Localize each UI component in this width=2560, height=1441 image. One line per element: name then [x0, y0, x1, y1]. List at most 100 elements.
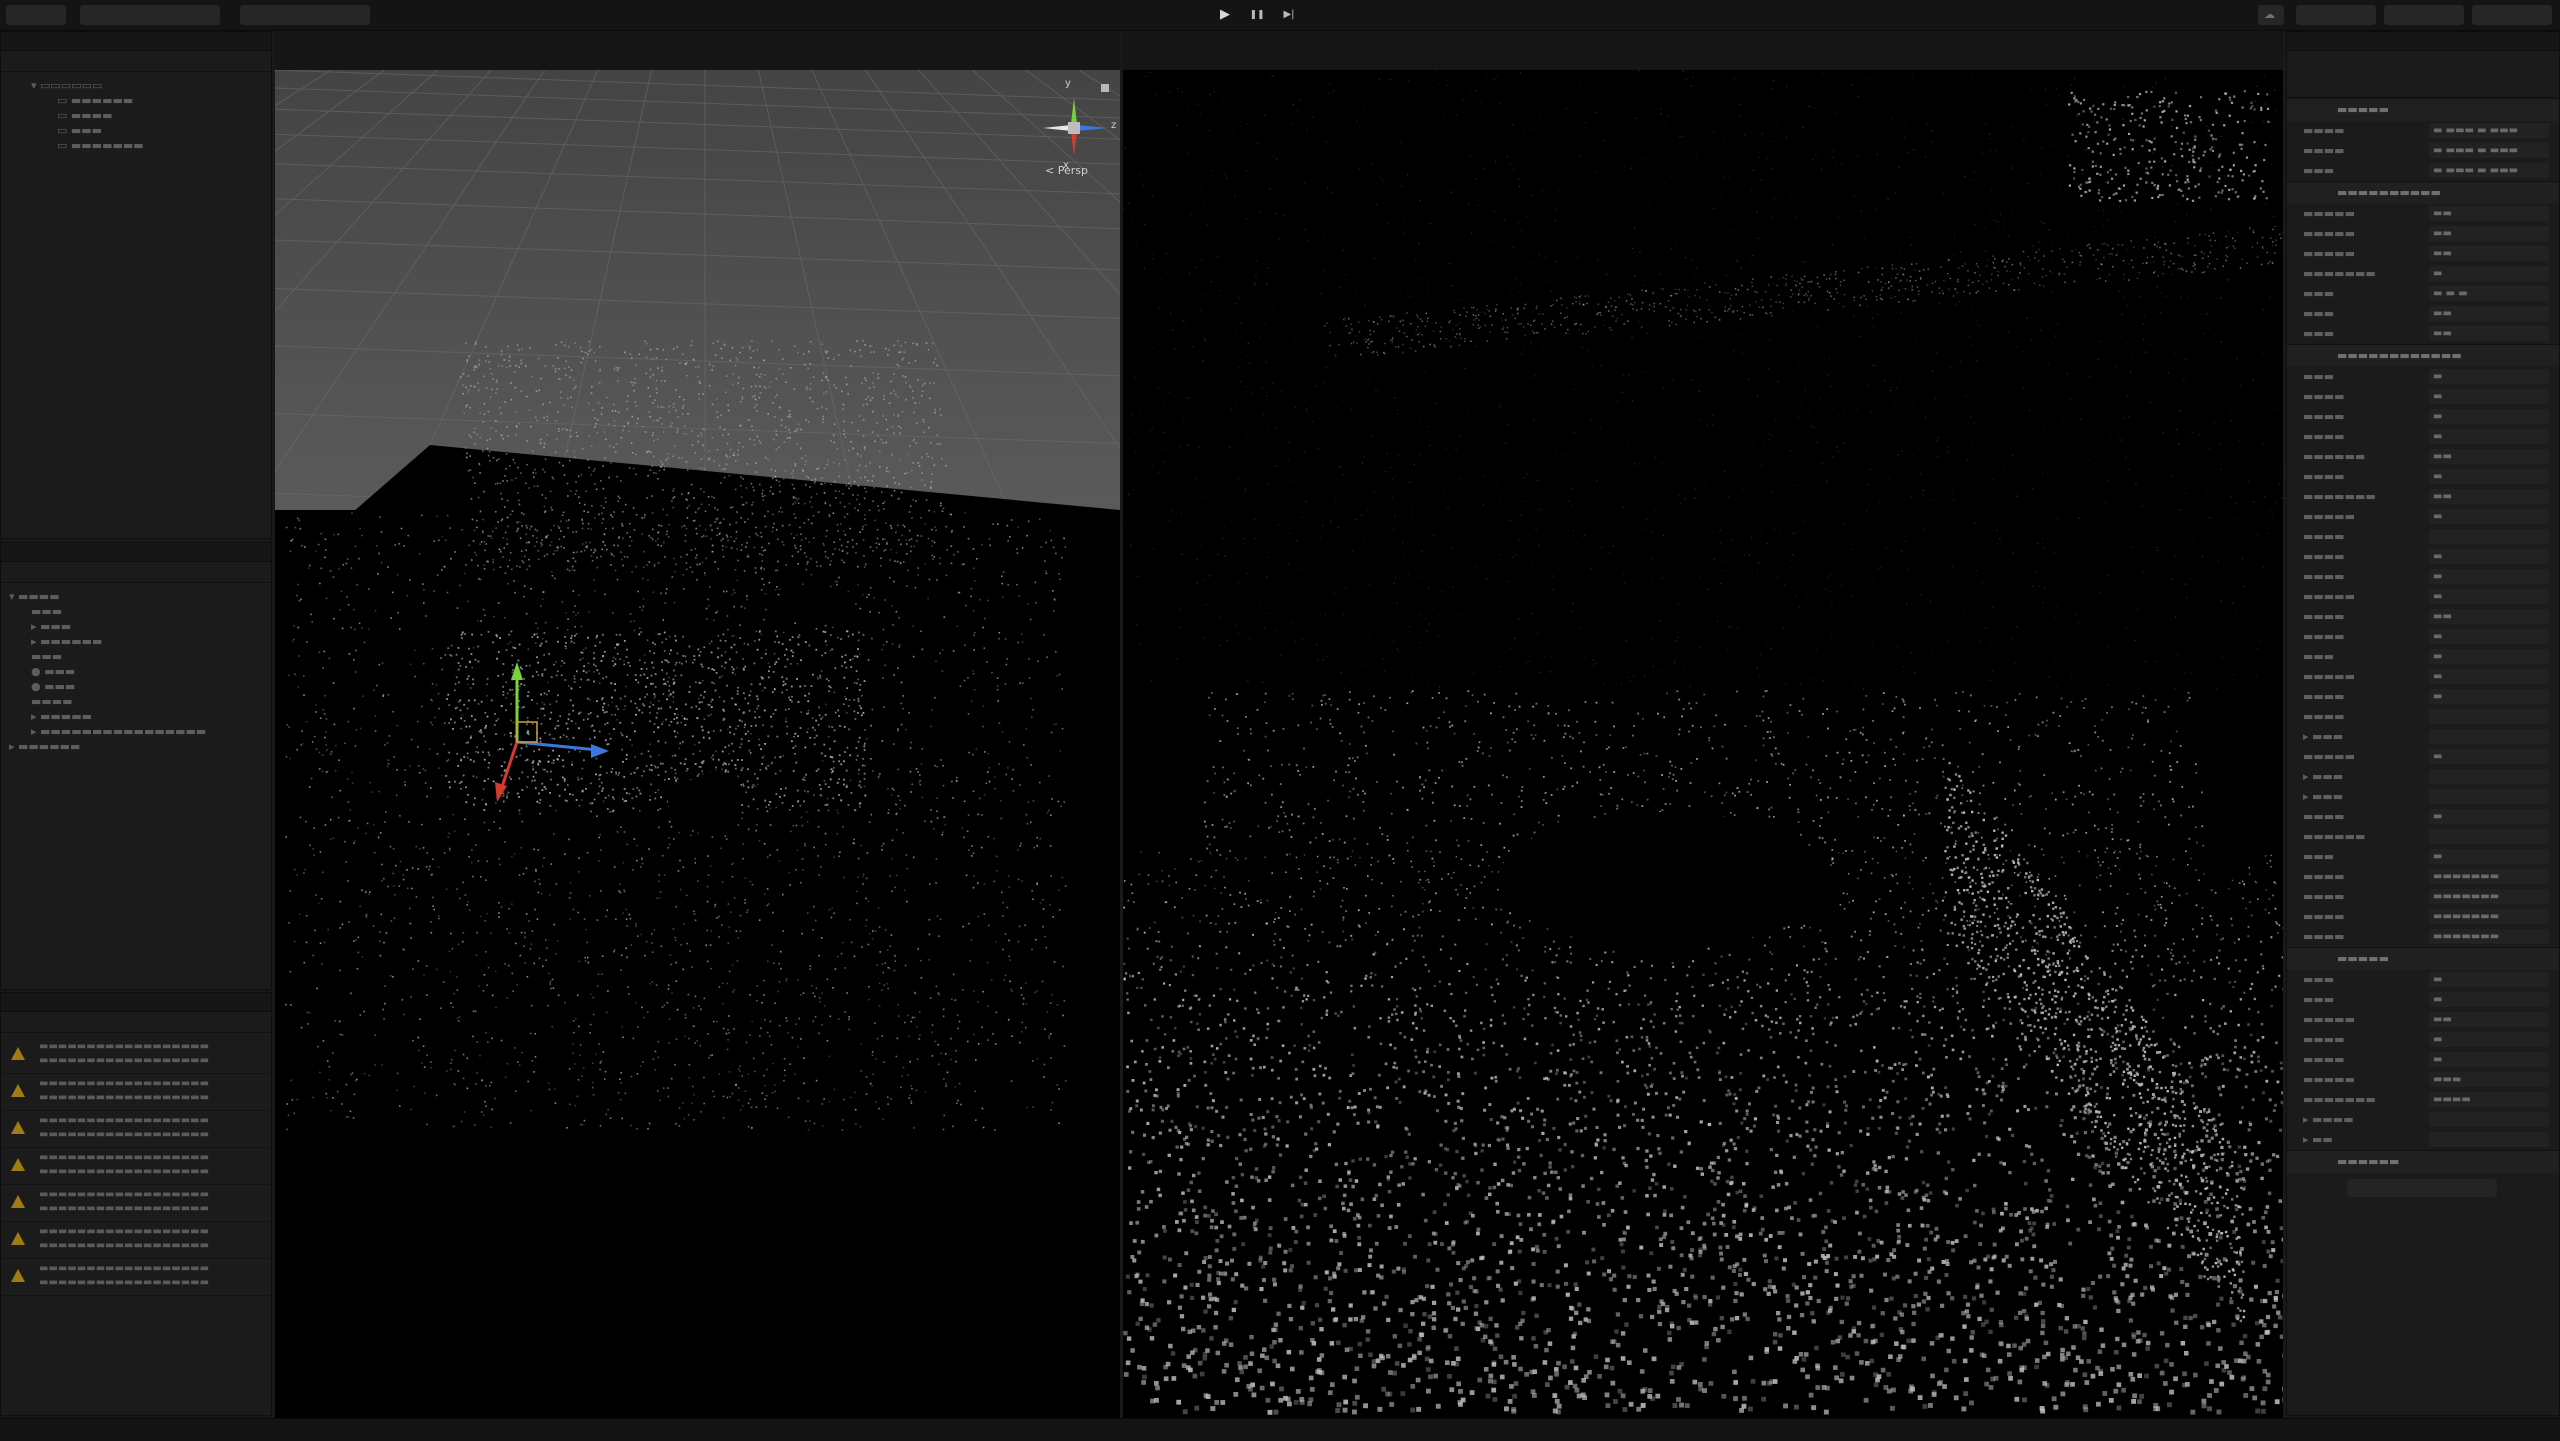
cloud-point	[775, 709, 777, 711]
cloud-point	[835, 387, 837, 389]
console-warning-row[interactable]: ▬▬▬▬▬▬▬▬▬▬▬▬▬▬▬▬▬▬▬▬▬▬▬▬▬▬▬▬▬▬▬▬▬▬▬▬	[1, 1185, 271, 1222]
cloud-point	[868, 986, 870, 988]
cloud-point	[834, 548, 836, 550]
scene-view-toolbar[interactable]	[275, 50, 1120, 71]
scene-selector[interactable]	[240, 5, 370, 25]
game-viewport[interactable]	[1123, 70, 2283, 1418]
cloud-point	[707, 886, 709, 888]
cloud-point	[489, 1085, 491, 1087]
step-button[interactable]: ▶|	[1276, 4, 1302, 26]
cloud-point	[720, 640, 722, 642]
cloud-point	[306, 915, 308, 917]
console-warning-row[interactable]: ▬▬▬▬▬▬▬▬▬▬▬▬▬▬▬▬▬▬▬▬▬▬▬▬▬▬▬▬▬▬▬▬▬▬▬▬	[1, 1111, 271, 1148]
cloud-point	[775, 470, 777, 472]
tool-buttons[interactable]	[6, 5, 66, 25]
cloud-point	[604, 723, 606, 725]
hierarchy-item[interactable]: ▭ ▬▬▬	[1, 123, 271, 138]
console-toolbar[interactable]	[1, 1012, 271, 1033]
cloud-point	[369, 782, 371, 784]
hierarchy-item[interactable]: ▭ ▬▬▬▬▬▬	[1, 93, 271, 108]
layers-dropdown[interactable]	[2384, 5, 2464, 25]
account-dropdown[interactable]	[2296, 5, 2376, 25]
console-warning-row[interactable]: ▬▬▬▬▬▬▬▬▬▬▬▬▬▬▬▬▬▬▬▬▬▬▬▬▬▬▬▬▬▬▬▬▬▬▬▬	[1, 1074, 271, 1111]
cloud-point	[911, 546, 913, 548]
cloud-point	[702, 729, 704, 731]
cloud-point	[580, 659, 582, 661]
cloud-point	[931, 545, 933, 547]
console-warning-row[interactable]: ▬▬▬▬▬▬▬▬▬▬▬▬▬▬▬▬▬▬▬▬▬▬▬▬▬▬▬▬▬▬▬▬▬▬▬▬	[1, 1148, 271, 1185]
cloud-point	[494, 724, 496, 726]
cloud-point	[728, 410, 730, 412]
cloud-point	[724, 345, 726, 347]
cloud-point	[567, 569, 569, 571]
cloud-point	[549, 545, 551, 547]
cloud-point	[540, 378, 542, 380]
cloud-icon[interactable]: ☁	[2258, 5, 2284, 25]
cloud-point	[672, 490, 674, 492]
scene-root-item[interactable]: ▾ ▭▭▭▭▭▭	[1, 78, 271, 93]
cloud-point	[703, 1103, 705, 1105]
cloud-point	[288, 1115, 290, 1117]
cloud-point	[410, 996, 412, 998]
cloud-point	[2083, 110, 2085, 112]
console-tab[interactable]	[1, 993, 271, 1012]
folder-item[interactable]: ▬▬▬	[1, 649, 271, 664]
assets-folder[interactable]: ▾ ▬▬▬▬	[1, 589, 271, 604]
cloud-point	[870, 1083, 872, 1085]
cloud-point	[854, 809, 856, 811]
cloud-point	[657, 767, 659, 769]
cloud-point	[798, 1046, 800, 1048]
project-search[interactable]	[1, 562, 271, 583]
folder-item[interactable]: ▸ ▬▬▬▬▬	[1, 709, 271, 724]
persp-label[interactable]: < Persp	[1045, 164, 1088, 177]
transform-tool-group[interactable]	[80, 5, 220, 25]
cloud-point	[292, 641, 294, 643]
cloud-point	[855, 1123, 857, 1125]
console-warning-row[interactable]: ▬▬▬▬▬▬▬▬▬▬▬▬▬▬▬▬▬▬▬▬▬▬▬▬▬▬▬▬▬▬▬▬▬▬▬▬	[1, 1259, 271, 1296]
folder-item[interactable]: ▸ ▬▬▬▬▬▬	[1, 634, 271, 649]
cloud-point	[506, 997, 508, 999]
console-warning-row[interactable]: ▬▬▬▬▬▬▬▬▬▬▬▬▬▬▬▬▬▬▬▬▬▬▬▬▬▬▬▬▬▬▬▬▬▬▬▬	[1, 1222, 271, 1259]
cloud-point	[866, 1076, 868, 1078]
cloud-point	[546, 694, 548, 696]
layout-dropdown[interactable]	[2472, 5, 2552, 25]
cloud-point	[741, 606, 743, 608]
cloud-point	[891, 454, 893, 456]
asset-item[interactable]: ● ▬▬▬	[1, 664, 271, 679]
folder-item[interactable]: ▸ ▬▬▬▬▬▬▬▬▬▬▬▬▬▬▬▬	[1, 724, 271, 739]
cloud-point	[362, 956, 364, 958]
cloud-point	[623, 660, 625, 662]
hierarchy-tab[interactable]	[1, 32, 271, 51]
cloud-point	[530, 426, 532, 428]
hierarchy-item[interactable]: ▭ ▬▬▬▬	[1, 108, 271, 123]
cloud-point	[935, 882, 937, 884]
console-warning-row[interactable]: ▬▬▬▬▬▬▬▬▬▬▬▬▬▬▬▬▬▬▬▬▬▬▬▬▬▬▬▬▬▬▬▬▬▬▬▬	[1, 1037, 271, 1074]
cloud-point	[756, 708, 758, 710]
play-button[interactable]: ▶	[1212, 4, 1238, 26]
cloud-point	[777, 570, 779, 572]
game-view-toolbar[interactable]	[1123, 50, 2283, 71]
cloud-point	[860, 455, 862, 457]
hierarchy-search[interactable]	[1, 51, 271, 72]
scene-view[interactable]: y z x < Persp	[275, 70, 1120, 1418]
cloud-point	[479, 543, 481, 545]
cloud-point	[862, 883, 864, 885]
cloud-point	[1005, 774, 1007, 776]
scene-view-tabs[interactable]	[275, 31, 1120, 52]
cloud-point	[782, 930, 784, 932]
folder-item[interactable]: ▬▬▬	[1, 604, 271, 619]
folder-item[interactable]: ▸ ▬▬▬	[1, 619, 271, 634]
project-tab[interactable]	[1, 543, 271, 562]
pause-button[interactable]: ❚❚	[1244, 4, 1270, 26]
scene-viewport[interactable]: y z x < Persp	[275, 70, 1120, 1418]
packages-folder[interactable]: ▸ ▬▬▬▬▬▬	[1, 739, 271, 754]
asset-item[interactable]: ● ▬▬▬	[1, 679, 271, 694]
orient-center-cube[interactable]	[1068, 122, 1080, 134]
asset-item[interactable]: ▬▬▬▬	[1, 694, 271, 709]
lock-icon[interactable]	[1101, 84, 1109, 92]
game-view-tabs[interactable]	[1123, 31, 2283, 52]
cloud-point	[737, 687, 739, 689]
hierarchy-item[interactable]: ▭ ▬▬▬▬▬▬▬	[1, 138, 271, 153]
cloud-point	[620, 698, 622, 700]
game-view[interactable]	[1123, 70, 2283, 1418]
